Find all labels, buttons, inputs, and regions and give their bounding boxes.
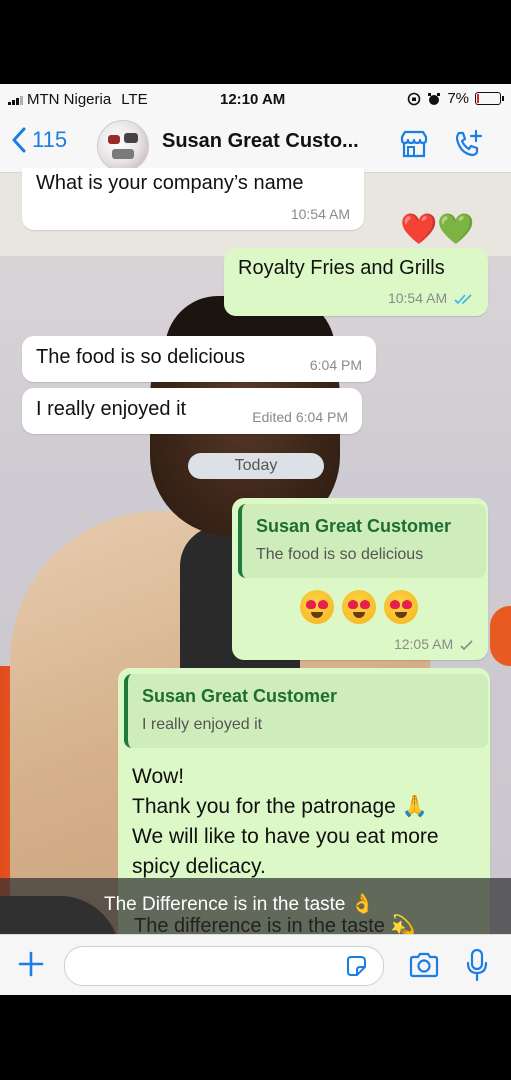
- battery-percent: 7%: [447, 90, 469, 107]
- day-separator: Today: [188, 453, 324, 479]
- battery-icon: [475, 92, 504, 105]
- double-check-read-icon: [454, 294, 472, 305]
- carrier-name: MTN Nigeria: [27, 91, 112, 108]
- network-type: LTE: [121, 91, 148, 108]
- quote-text: The food is so delicious: [256, 546, 424, 563]
- message-text: Wow! Thank you for the patronage 🙏 We wi…: [132, 762, 439, 882]
- message-text: What is your company’s name: [36, 172, 304, 194]
- message-text: I really enjoyed it: [36, 398, 187, 420]
- message-time-text: 12:05 AM: [393, 636, 454, 652]
- quoted-message[interactable]: Susan Great Customer I really enjoyed it: [124, 674, 488, 748]
- message-input[interactable]: [64, 946, 384, 986]
- heart-eyes-emoji: [300, 590, 334, 624]
- message-time: 10:54 AM: [388, 290, 474, 306]
- status-bar: MTN Nigeria LTE 12:10 AM 7%: [0, 84, 511, 114]
- quote-text: I really enjoyed it: [142, 716, 263, 733]
- battery-fill: [477, 94, 479, 103]
- message-line: Wow!: [132, 765, 185, 788]
- message-incoming[interactable]: The food is so delicious 6:04 PM: [22, 336, 376, 382]
- message-line: Thank you for the patronage 🙏: [132, 795, 428, 818]
- store-icon[interactable]: [398, 128, 430, 160]
- microphone-icon[interactable]: [465, 948, 489, 982]
- status-right: 7%: [407, 90, 504, 107]
- message-incoming[interactable]: I really enjoyed it Edited 6:04 PM: [22, 388, 362, 434]
- camera-icon[interactable]: [408, 950, 440, 980]
- quote-author: Susan Great Customer: [256, 516, 452, 536]
- message-time: 12:05 AM: [394, 636, 474, 652]
- message-input-bar: [0, 934, 511, 995]
- message-time: 6:04 PM: [309, 357, 362, 373]
- message-incoming[interactable]: What is your company’s name 10:54 AM: [22, 168, 364, 230]
- message-time: 10:54 AM: [290, 206, 350, 222]
- heart-eyes-emoji: [342, 590, 376, 624]
- quoted-message[interactable]: Susan Great Customer The food is so deli…: [238, 504, 486, 578]
- video-caption-overlay: The difference is in the taste 💫 The Dif…: [0, 878, 511, 937]
- alarm-icon: [428, 92, 441, 105]
- add-call-icon[interactable]: [452, 128, 484, 160]
- message-time: Edited 6:04 PM: [252, 409, 348, 425]
- contact-avatar[interactable]: [97, 120, 149, 172]
- chevron-left-icon: [12, 127, 26, 153]
- message-text: The food is so delicious: [36, 346, 246, 368]
- lock-rotation-icon: [408, 92, 421, 105]
- message-time-text: 10:54 AM: [387, 290, 448, 306]
- single-check-icon: [460, 640, 473, 651]
- chat-screen: MTN Nigeria LTE 12:10 AM 7% 115 Susan Gr…: [0, 84, 511, 995]
- chat-header: 115 Susan Great Custo...: [0, 114, 511, 173]
- wallpaper-chair-right: [490, 606, 511, 666]
- message-line: We will like to have you eat more: [132, 825, 439, 848]
- emoji-reaction: 😍😍😍: [300, 590, 418, 624]
- quote-author: Susan Great Customer: [142, 686, 338, 706]
- back-count: 115: [32, 127, 68, 152]
- contact-name[interactable]: Susan Great Custo...: [162, 130, 359, 153]
- back-button[interactable]: 115: [10, 126, 67, 154]
- plus-icon[interactable]: [16, 949, 46, 979]
- message-outgoing[interactable]: Royalty Fries and Grills 10:54 AM: [224, 248, 488, 316]
- status-time: 12:10 AM: [220, 91, 286, 108]
- message-outgoing-reply[interactable]: Susan Great Customer The food is so deli…: [232, 498, 488, 660]
- carrier-info: MTN Nigeria LTE: [8, 91, 148, 108]
- caption-text: The Difference is in the taste 👌: [104, 894, 375, 915]
- message-text: Royalty Fries and Grills: [238, 257, 445, 279]
- signal-icon: [8, 95, 23, 105]
- sticker-icon[interactable]: [344, 954, 368, 978]
- heart-eyes-emoji: [384, 590, 418, 624]
